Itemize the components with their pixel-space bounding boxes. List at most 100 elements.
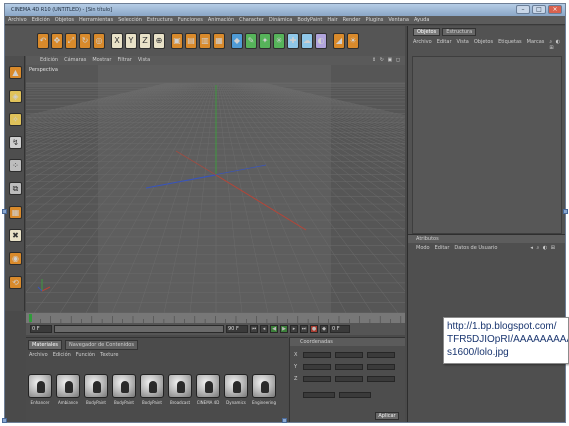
spline-icon[interactable]: ✎ bbox=[245, 33, 257, 49]
material-item[interactable]: Ambiance bbox=[56, 374, 80, 405]
undo-icon[interactable]: ↶ bbox=[37, 33, 49, 49]
object-manager-menu-item[interactable]: Editar bbox=[437, 39, 452, 51]
attributes-menu-item[interactable]: Datos de Usuario bbox=[454, 245, 497, 251]
scale-icon[interactable]: ⤢ bbox=[65, 33, 77, 49]
attributes-menu-item[interactable]: Editar bbox=[435, 245, 450, 251]
search-icon[interactable]: ⌕ ◐ ⊞ bbox=[549, 39, 562, 51]
object-manager-menu-item[interactable]: Etiquetas bbox=[498, 39, 522, 51]
nurbs-icon[interactable]: ✦ bbox=[259, 33, 271, 49]
rotation-field[interactable] bbox=[367, 376, 395, 382]
apply-button[interactable]: Aplicar bbox=[375, 412, 399, 420]
size-field[interactable] bbox=[335, 364, 363, 370]
cube-icon[interactable]: ◆ bbox=[231, 33, 243, 49]
scene-icon[interactable]: ☁ bbox=[301, 33, 313, 49]
maximize-button[interactable]: □ bbox=[532, 5, 546, 14]
render-settings-icon[interactable]: ▥ bbox=[199, 33, 211, 49]
menu-item[interactable]: BodyPaint bbox=[297, 16, 322, 24]
record-icon[interactable]: ● bbox=[310, 325, 318, 333]
z-axis-icon[interactable]: Z bbox=[139, 33, 151, 49]
menu-item[interactable]: Render bbox=[343, 16, 361, 24]
viewport-menu-item[interactable]: Filtrar bbox=[117, 56, 131, 65]
position-field[interactable] bbox=[303, 376, 331, 382]
material-item[interactable]: CINEMA 4D bbox=[196, 374, 220, 405]
material-menu-item[interactable]: Edición bbox=[53, 352, 71, 358]
edges-tool-icon[interactable]: ⧉ bbox=[9, 182, 22, 195]
material-item[interactable]: BodyPaint bbox=[140, 374, 164, 405]
viewport-menu-item[interactable]: Vista bbox=[138, 56, 150, 65]
material-tab[interactable]: Navegador de Contenidos bbox=[65, 340, 138, 350]
snap-tool-icon[interactable]: ⟲ bbox=[9, 276, 22, 289]
material-item[interactable]: BodyPaint bbox=[112, 374, 136, 405]
menu-item[interactable]: Hair bbox=[327, 16, 337, 24]
menu-item[interactable]: Selección bbox=[118, 16, 142, 24]
viewport-nav-icons[interactable]: ⇕ ↻ ▣ ◻ bbox=[372, 56, 401, 65]
axis-tool-icon[interactable]: ↯ bbox=[9, 136, 22, 149]
go-to-end-icon[interactable]: ⏭ bbox=[300, 325, 308, 333]
size-field[interactable] bbox=[335, 376, 363, 382]
use-model-tool-icon[interactable]: ▲ bbox=[9, 66, 22, 79]
material-item[interactable]: Engineering bbox=[252, 374, 276, 405]
object-manager-tab[interactable]: Objetos bbox=[413, 28, 441, 36]
menu-item[interactable]: Ventana bbox=[388, 16, 409, 24]
material-item[interactable]: Dynamics bbox=[224, 374, 248, 405]
end-frame-field[interactable]: 90 F bbox=[226, 325, 248, 333]
bodypaint-tool-icon[interactable]: ✖ bbox=[9, 229, 22, 242]
menu-item[interactable]: Estructura bbox=[147, 16, 173, 24]
object-list[interactable] bbox=[412, 56, 562, 234]
camera-icon[interactable]: ◢ bbox=[333, 33, 345, 49]
close-button[interactable]: × bbox=[548, 5, 562, 14]
viewport-menu-item[interactable]: Cámaras bbox=[64, 56, 86, 65]
render-picture-icon[interactable]: ▤ bbox=[185, 33, 197, 49]
coordinate-system-icon[interactable]: ⊕ bbox=[153, 33, 165, 49]
object-manager-menu-item[interactable]: Vista bbox=[457, 39, 469, 51]
viewport-menu-item[interactable]: Edición bbox=[40, 56, 58, 65]
deformer-icon[interactable]: ✚ bbox=[287, 33, 299, 49]
search-icon[interactable]: ◂ ⌕ ◐ ⊞ bbox=[530, 245, 556, 251]
light-icon[interactable]: ☀ bbox=[347, 33, 359, 49]
menu-item[interactable]: Objetos bbox=[55, 16, 74, 24]
object-manager-menu-item[interactable]: Marcas bbox=[527, 39, 545, 51]
resize-handle[interactable] bbox=[282, 418, 287, 423]
menu-item[interactable]: Plugins bbox=[365, 16, 383, 24]
render-view-icon[interactable]: ▣ bbox=[171, 33, 183, 49]
move-icon[interactable]: ✥ bbox=[51, 33, 63, 49]
material-item[interactable]: Broadcast bbox=[168, 374, 192, 405]
polygons-tool-icon[interactable]: ▦ bbox=[9, 206, 22, 219]
material-menu-item[interactable]: Archivo bbox=[29, 352, 48, 358]
material-tab[interactable]: Materiales bbox=[28, 340, 62, 350]
environment-icon[interactable]: ◐ bbox=[315, 33, 327, 49]
menu-item[interactable]: Edición bbox=[32, 16, 50, 24]
previous-key-icon[interactable]: ◂ bbox=[260, 325, 268, 333]
resize-handle[interactable] bbox=[563, 209, 568, 214]
start-frame-field[interactable]: 0 F bbox=[30, 325, 52, 333]
position-field[interactable] bbox=[303, 364, 331, 370]
menu-item[interactable]: Animación bbox=[208, 16, 234, 24]
points-tool-icon[interactable]: ⁘ bbox=[9, 159, 22, 172]
attributes-menu-item[interactable]: Modo bbox=[416, 245, 430, 251]
viewport-menu-item[interactable]: Mostrar bbox=[92, 56, 111, 65]
y-axis-icon[interactable]: Y bbox=[125, 33, 137, 49]
current-frame-field[interactable]: 0 F bbox=[330, 325, 350, 333]
play-forward-icon[interactable]: ▶ bbox=[280, 325, 288, 333]
object-manager-menu-item[interactable]: Objetos bbox=[474, 39, 493, 51]
size-field[interactable] bbox=[335, 352, 363, 358]
array-icon[interactable]: ✳ bbox=[273, 33, 285, 49]
keyframe-icon[interactable]: ◆ bbox=[320, 325, 328, 333]
timeline-ruler[interactable] bbox=[26, 313, 405, 323]
menu-item[interactable]: Character bbox=[239, 16, 264, 24]
size-mode-dropdown[interactable] bbox=[339, 392, 371, 398]
material-item[interactable]: Enhancer bbox=[28, 374, 52, 405]
object-manager-menu-item[interactable]: Archivo bbox=[413, 39, 432, 51]
material-item[interactable]: BodyPaint bbox=[84, 374, 108, 405]
live-select-icon[interactable]: ◎ bbox=[93, 33, 105, 49]
edit-render-icon[interactable]: ▦ bbox=[213, 33, 225, 49]
menu-item[interactable]: Archivo bbox=[8, 16, 27, 24]
position-field[interactable] bbox=[303, 352, 331, 358]
play-backward-icon[interactable]: ◀ bbox=[270, 325, 278, 333]
next-key-icon[interactable]: ▸ bbox=[290, 325, 298, 333]
go-to-start-icon[interactable]: ⏮ bbox=[250, 325, 258, 333]
x-axis-icon[interactable]: X bbox=[111, 33, 123, 49]
texture-tool-icon[interactable]: ✧ bbox=[9, 113, 22, 126]
playhead-marker[interactable] bbox=[29, 314, 32, 322]
rotation-field[interactable] bbox=[367, 364, 395, 370]
